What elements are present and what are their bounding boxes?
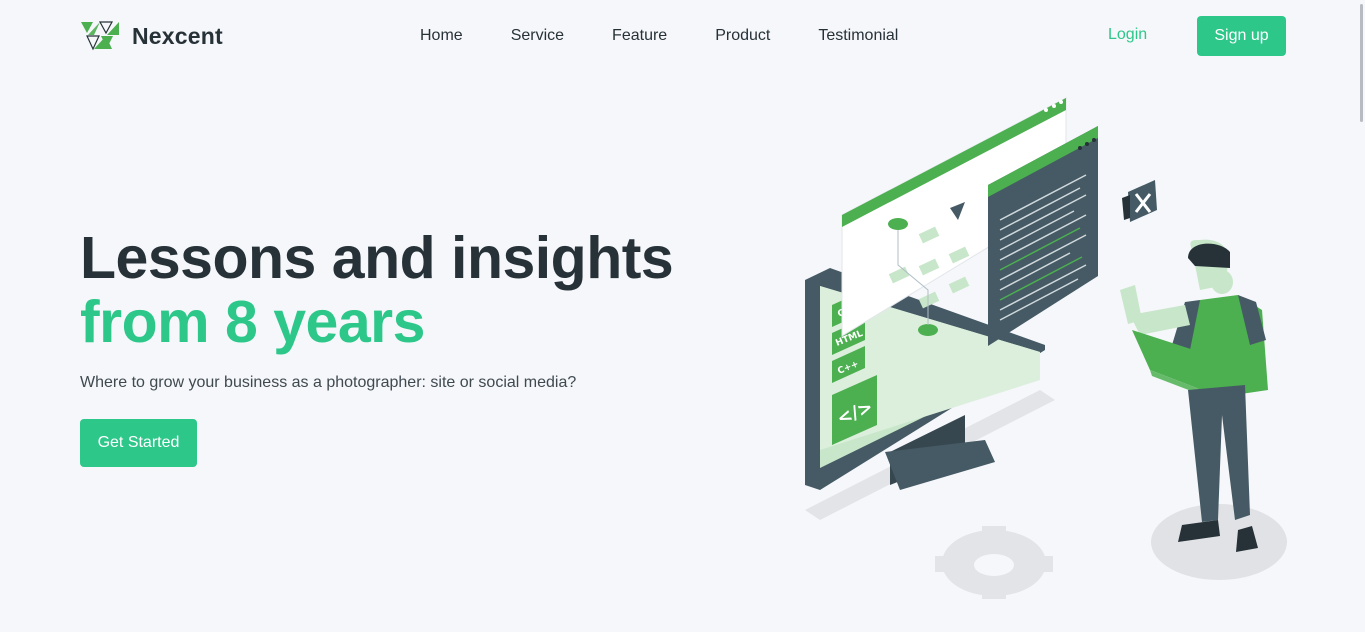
hero-subtitle: Where to grow your business as a photogr… <box>80 374 577 391</box>
brand-name: Nexcent <box>132 22 223 49</box>
main-nav: Home Service Feature Product Testimonial <box>396 0 922 72</box>
login-link[interactable]: Login <box>1108 26 1147 44</box>
signup-button[interactable]: Sign up <box>1197 16 1286 56</box>
hero-illustration: CSS HTML C++ </> <box>805 97 1287 599</box>
hero-title: Lessons and insights from 8 years <box>80 225 674 355</box>
get-started-button[interactable]: Get Started <box>80 419 197 467</box>
nav-feature[interactable]: Feature <box>588 27 691 45</box>
gear-icon <box>935 526 1053 599</box>
hero-title-line1: Lessons and insights <box>80 225 674 291</box>
nav-product[interactable]: Product <box>691 27 794 45</box>
hero-title-line2: from 8 years <box>80 289 425 355</box>
nav-testimonial[interactable]: Testimonial <box>794 27 922 45</box>
developer-person-figure <box>1120 239 1268 552</box>
nexcent-logo-icon <box>81 21 119 51</box>
nav-service[interactable]: Service <box>487 27 588 45</box>
nav-home[interactable]: Home <box>396 27 487 45</box>
page-scrollbar[interactable] <box>1360 4 1363 122</box>
logo[interactable]: Nexcent <box>80 20 223 52</box>
site-header: Nexcent Home Service Feature Product Tes… <box>0 0 1365 72</box>
close-icon <box>1122 180 1157 222</box>
